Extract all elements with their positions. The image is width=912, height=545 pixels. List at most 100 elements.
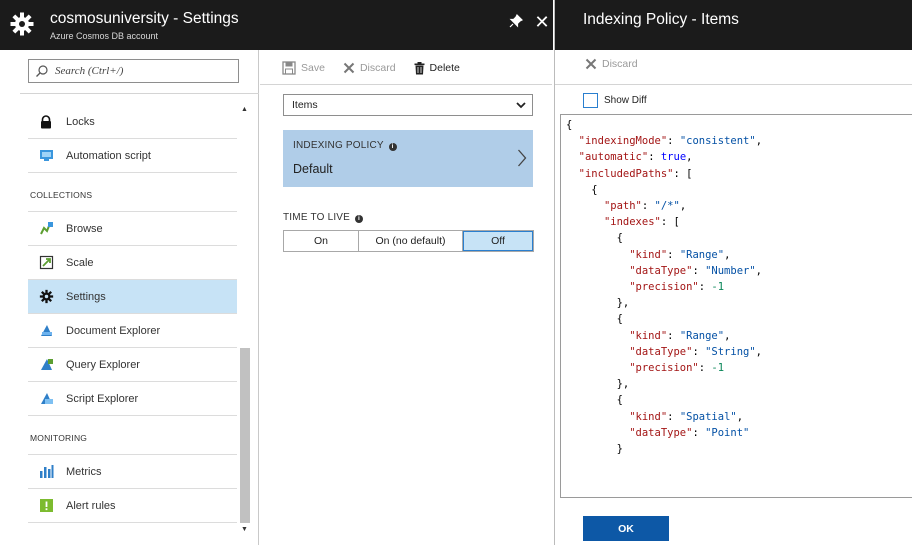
menu-item-label: Query Explorer (66, 358, 140, 371)
lock-icon (38, 114, 54, 130)
divider (260, 84, 552, 85)
discard-label: Discard (602, 58, 638, 70)
ttl-option-group: On On (no default) Off (283, 230, 534, 252)
json-line: "dataType": "String", (629, 345, 762, 358)
close-icon[interactable]: ✕ (534, 13, 550, 31)
menu-item-label: Document Explorer (66, 324, 161, 337)
json-line: { (566, 183, 598, 196)
json-line: { (566, 313, 623, 326)
json-line: "includedPaths": [ (578, 167, 693, 180)
ttl-option-on-no-default[interactable]: On (no default) (359, 231, 463, 251)
menu-item-label: Automation script (66, 149, 151, 162)
delete-button[interactable]: Delete (414, 61, 460, 75)
browse-icon (38, 221, 54, 237)
search-box[interactable] (28, 59, 239, 83)
ttl-option-off[interactable]: Off (463, 231, 533, 251)
scroll-up-arrow-icon[interactable]: ▲ (241, 105, 249, 115)
menu-item-label: Locks (66, 115, 95, 128)
json-line: }, (566, 297, 630, 310)
json-editor[interactable]: { "indexingMode": "consistent", "automat… (560, 114, 912, 498)
discard-button[interactable]: Discard (585, 58, 638, 70)
json-line: "dataType": "Point" (629, 426, 750, 439)
pin-icon[interactable] (508, 13, 524, 30)
close-icon (585, 58, 597, 70)
discard-button[interactable]: Discard (343, 62, 396, 74)
search-icon (36, 65, 48, 77)
menu-item-script-explorer[interactable]: Script Explorer (28, 382, 237, 416)
menu-scrollbar[interactable]: ▲ ▼ (239, 105, 251, 535)
menu-item-label: Metrics (66, 465, 102, 478)
menu-item-label: Browse (66, 222, 103, 235)
info-icon[interactable]: i (355, 215, 364, 223)
menu-item-query-explorer[interactable]: Query Explorer (28, 348, 237, 382)
menu-item-browse[interactable]: Browse (28, 212, 237, 246)
menu-item-alert-rules[interactable]: Alert rules (28, 489, 237, 523)
show-diff-label: Show Diff (604, 95, 647, 106)
menu-item-locks[interactable]: Locks (28, 105, 237, 139)
save-button[interactable]: Save (282, 61, 325, 75)
alert-rules-icon (38, 498, 54, 514)
indexing-policy-value: Default (293, 162, 333, 176)
json-line: "indexingMode": "consistent", (578, 135, 763, 148)
json-line: "automatic": true, (578, 151, 693, 164)
settings-content: Save Discard Delete Items INDEXING POLIC… (260, 50, 553, 545)
metrics-icon (38, 464, 54, 480)
section-header-collections: COLLECTIONS (28, 178, 237, 212)
settings-toolbar: Save Discard Delete (282, 58, 478, 78)
collection-select[interactable]: Items (283, 94, 533, 116)
divider (555, 84, 912, 85)
indexing-policy-blade: Indexing Policy - Items Discard Show Dif… (554, 0, 912, 545)
script-explorer-icon (38, 391, 54, 407)
menu-item-label: Scale (66, 256, 94, 269)
json-line: { (566, 232, 623, 245)
json-line: { (566, 394, 623, 407)
menu-item-label: Script Explorer (66, 392, 139, 405)
menu-list: Locks Automation script COLLECTIONS Brow… (28, 105, 237, 523)
menu-item-scale[interactable]: Scale (28, 246, 237, 280)
ttl-label-text: TIME TO LIVE (283, 212, 351, 223)
settings-blade-header: cosmosuniversity - Settings Azure Cosmos… (0, 0, 553, 50)
ttl-option-on[interactable]: On (284, 231, 359, 251)
json-editor-content[interactable]: { "indexingMode": "consistent", "automat… (566, 117, 762, 457)
ttl-label: TIME TO LIVE i (283, 212, 364, 223)
trash-icon (414, 61, 425, 75)
section-header-monitoring: MONITORING (28, 421, 237, 455)
json-line: "kind": "Range", (629, 248, 731, 261)
json-line: "precision": -1 (629, 362, 725, 375)
delete-label: Delete (429, 62, 460, 74)
json-line: "path": "/*", (603, 200, 687, 213)
blade-subtitle: Azure Cosmos DB account (50, 31, 159, 41)
menu-item-settings[interactable]: Settings (28, 280, 237, 314)
settings-blade: cosmosuniversity - Settings Azure Cosmos… (0, 0, 553, 545)
resource-menu: Locks Automation script COLLECTIONS Brow… (20, 50, 259, 545)
json-line: "indexes": [ (603, 216, 680, 229)
menu-item-label: Settings (66, 290, 106, 303)
save-label: Save (301, 62, 325, 74)
scale-icon (38, 255, 54, 271)
indexing-policy-blade-header: Indexing Policy - Items (555, 0, 912, 50)
ok-button[interactable]: OK (583, 516, 669, 541)
json-line: }, (566, 378, 630, 391)
close-icon (343, 62, 355, 74)
info-icon[interactable]: i (388, 143, 397, 151)
chevron-right-icon (518, 149, 527, 167)
scrollbar-thumb[interactable] (240, 348, 250, 523)
scroll-down-arrow-icon[interactable]: ▼ (241, 525, 249, 535)
chevron-down-icon (516, 102, 526, 109)
menu-item-automation-script[interactable]: Automation script (28, 139, 237, 173)
indexing-policy-tile[interactable]: INDEXING POLICY i Default (283, 130, 533, 187)
document-explorer-icon (38, 323, 54, 339)
save-icon (282, 61, 296, 75)
blade-title: Indexing Policy - Items (583, 11, 739, 28)
show-diff-checkbox[interactable]: Show Diff (583, 93, 647, 108)
menu-item-document-explorer[interactable]: Document Explorer (28, 314, 237, 348)
checkbox-box[interactable] (583, 93, 598, 108)
query-explorer-icon (38, 357, 54, 373)
gear-icon (8, 10, 36, 38)
json-line: "kind": "Range", (629, 329, 731, 342)
divider (20, 93, 259, 94)
menu-item-metrics[interactable]: Metrics (28, 455, 237, 489)
blade-title: cosmosuniversity - Settings (50, 10, 239, 27)
json-line: } (566, 443, 623, 456)
search-input[interactable] (55, 63, 235, 79)
